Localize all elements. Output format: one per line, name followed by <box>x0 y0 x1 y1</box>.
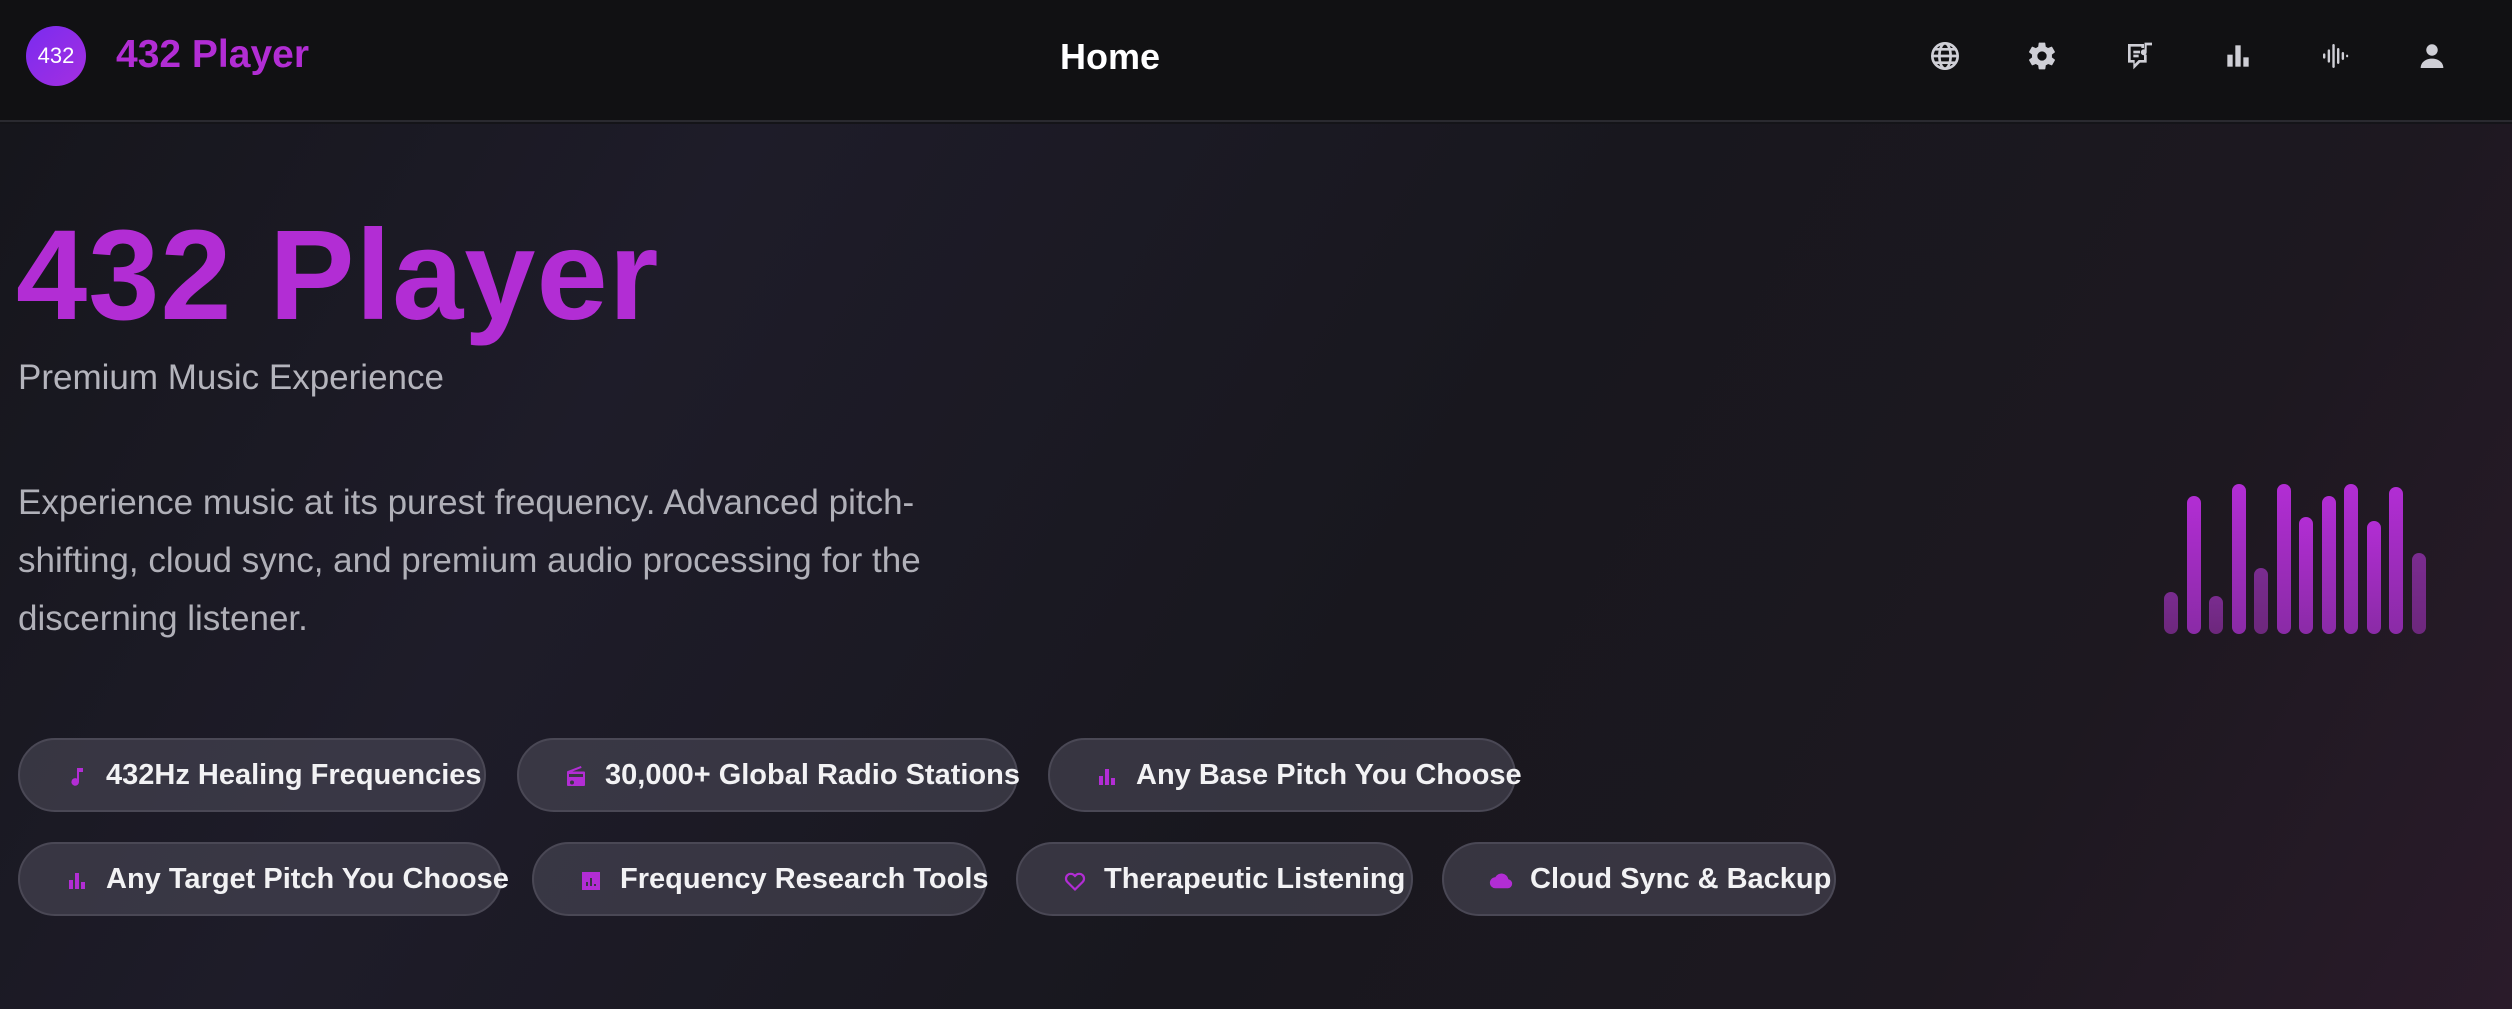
audio-visualizer <box>2164 474 2436 634</box>
visualizer-bar <box>2186 496 2201 634</box>
page-title: Home <box>1059 36 1161 77</box>
visualizer-bar <box>2209 596 2223 634</box>
cloud-icon <box>1488 868 1514 894</box>
visualizer-bar <box>2254 568 2268 634</box>
feature-pill-cloud-sync[interactable]: Cloud Sync & Backup <box>1442 842 1836 916</box>
bar-chart-icon <box>1094 764 1120 790</box>
hero-title: 432 Player <box>16 204 660 347</box>
visualizer-bar <box>2299 517 2313 634</box>
feature-pill-label: Frequency Research Tools <box>620 862 989 895</box>
feature-pill-base-pitch[interactable]: Any Base Pitch You Choose <box>1048 738 1522 812</box>
visualizer-bar <box>2366 521 2381 634</box>
feature-pill-label: Therapeutic Listening <box>1104 862 1406 895</box>
feature-pill-therapeutic-listening[interactable]: Therapeutic Listening <box>1016 842 1413 916</box>
feature-pill-label: Cloud Sync & Backup <box>1530 862 1832 895</box>
feature-pill-label: 30,000+ Global Radio Stations <box>605 758 1020 791</box>
stats-bar-chart-icon[interactable] <box>2218 36 2258 76</box>
chart-box-icon <box>578 868 604 894</box>
visualizer-bar <box>2411 553 2426 634</box>
hero-section: 432 Player Premium Music Experience Expe… <box>0 124 2512 1009</box>
visualizer-bar <box>2321 496 2336 634</box>
feedback-music-icon[interactable] <box>2120 36 2160 76</box>
heart-icon <box>1062 868 1088 894</box>
feature-pill-label: 432Hz Healing Frequencies <box>106 758 482 791</box>
feature-pill-target-pitch[interactable]: Any Target Pitch You Choose <box>18 842 509 916</box>
feature-pill-label: Any Base Pitch You Choose <box>1136 758 1522 791</box>
user-account-icon[interactable] <box>2412 36 2452 76</box>
visualizer-bar <box>2164 592 2178 634</box>
visualizer-bar <box>2344 484 2358 634</box>
settings-gear-icon[interactable] <box>2022 36 2062 76</box>
top-app-bar: 432 432 Player Home <box>0 0 2512 122</box>
waveform-icon[interactable] <box>2315 36 2355 76</box>
visualizer-bar <box>2231 484 2246 634</box>
feature-pill-label: Any Target Pitch You Choose <box>106 862 509 895</box>
bar-chart-icon <box>64 868 90 894</box>
globe-icon[interactable] <box>1925 36 1965 76</box>
visualizer-bar <box>2276 484 2291 634</box>
music-note-icon <box>64 764 90 790</box>
feature-pill-radio-stations[interactable]: 30,000+ Global Radio Stations <box>517 738 1020 812</box>
hero-subtitle: Premium Music Experience <box>18 358 444 397</box>
feature-pill-research-tools[interactable]: Frequency Research Tools <box>532 842 989 916</box>
radio-icon <box>563 764 589 790</box>
visualizer-bar <box>2389 487 2403 634</box>
hero-description: Experience music at its purest frequency… <box>18 483 921 638</box>
feature-pill-healing-frequencies[interactable]: 432Hz Healing Frequencies <box>18 738 486 812</box>
